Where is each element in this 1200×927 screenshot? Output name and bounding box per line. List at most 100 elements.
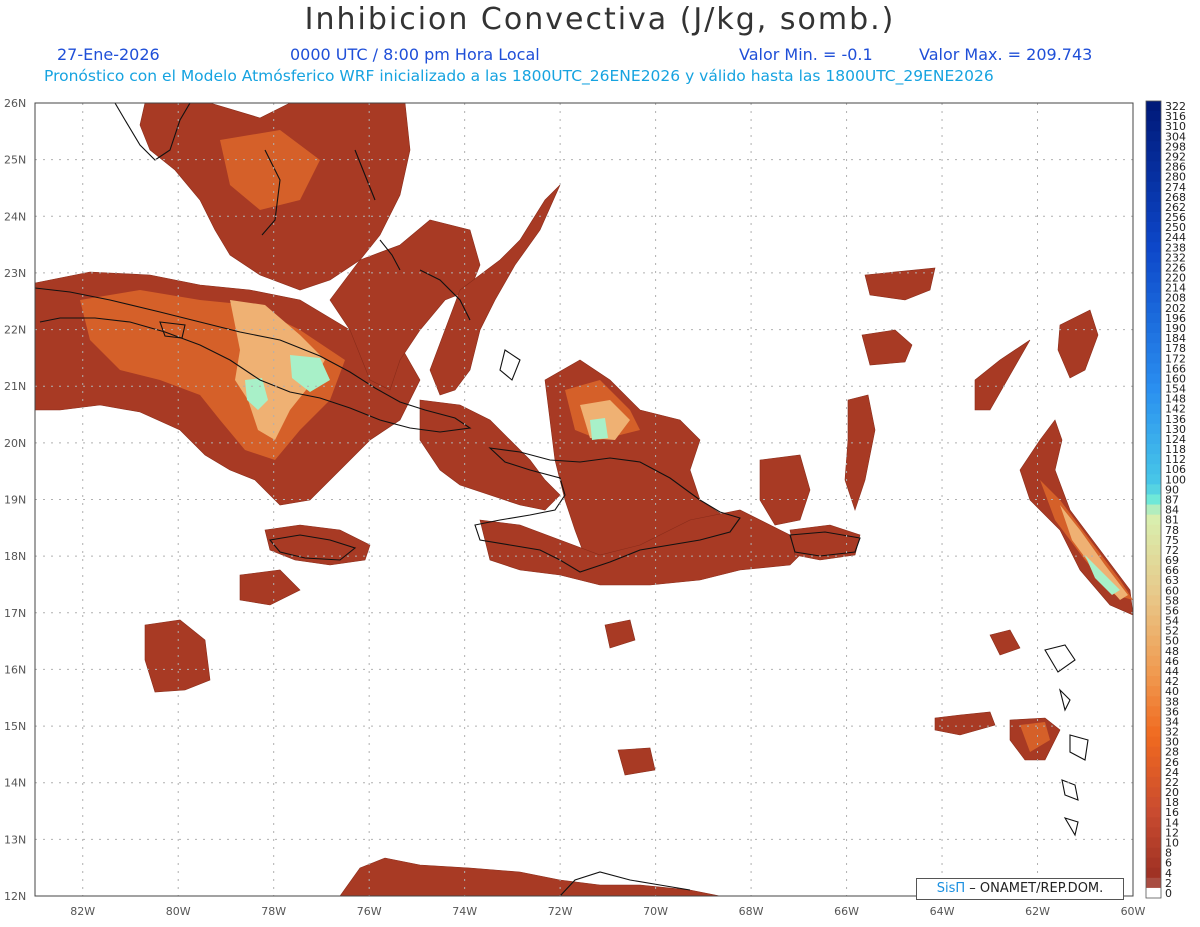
colorbar-swatch	[1146, 635, 1161, 647]
lat-tick-label: 16N	[4, 663, 26, 676]
colorbar-swatch	[1146, 252, 1161, 263]
colorbar-swatch	[1146, 847, 1161, 859]
coast-turks-caicos	[499, 349, 521, 381]
colorbar-swatch	[1146, 232, 1161, 243]
colorbar-swatch	[1146, 676, 1161, 687]
lon-tick-label: 64W	[930, 905, 955, 918]
colorbar-swatch	[1146, 343, 1161, 354]
colorbar-swatch	[1146, 433, 1161, 445]
colorbar-swatch	[1146, 776, 1161, 788]
colorbar-swatch	[1146, 696, 1161, 707]
lat-tick-label: 15N	[4, 720, 26, 733]
colorbar-swatch	[1146, 413, 1161, 425]
colorbar-swatch	[1146, 121, 1161, 132]
colorbar-swatch	[1146, 423, 1161, 435]
cin-region-lesser-antilles-1	[934, 711, 996, 736]
coast-lesser-antilles-3	[1058, 688, 1071, 712]
lon-tick-label: 66W	[834, 905, 859, 918]
cin-region-east-patch-5	[844, 394, 876, 511]
map-canvas: 82W 80W 78W 76W 74W 72W 70W 68W 66W 64W 62W 60W 26N 2…	[4, 97, 1186, 918]
cin-region-puerto-rico	[789, 524, 861, 561]
colorbar-swatch	[1146, 554, 1161, 566]
colorbar-swatch	[1146, 837, 1161, 848]
lat-tick-label: 12N	[4, 890, 26, 903]
colorbar-swatch	[1146, 383, 1161, 394]
cin-region-east-patch-1	[861, 329, 913, 366]
colorbar-swatch	[1146, 272, 1161, 283]
colorbar-swatch	[1146, 242, 1161, 253]
cin-region-central-atlantic	[759, 454, 811, 526]
colorbar-swatch	[1146, 444, 1161, 455]
colorbar-swatch	[1146, 756, 1161, 768]
colorbar-swatch	[1146, 766, 1161, 778]
lat-tick-label: 14N	[4, 777, 26, 790]
colorbar-swatch	[1146, 373, 1161, 384]
colorbar-swatch	[1146, 665, 1161, 677]
cin-peak-dominican	[590, 418, 608, 440]
colorbar-swatch	[1146, 171, 1161, 183]
colorbar-swatch	[1146, 565, 1161, 576]
colorbar-swatch	[1146, 504, 1161, 516]
cin-region-caribbean-mid	[604, 619, 636, 649]
lon-tick-label: 62W	[1025, 905, 1050, 918]
colorbar-swatch	[1146, 312, 1161, 324]
credit-text: – ONAMET/REP.DOM.	[965, 881, 1104, 896]
cin-region-east-patch-4	[1057, 309, 1099, 379]
colorbar-swatch	[1146, 605, 1161, 616]
colorbar-swatch	[1146, 101, 1161, 112]
colorbar-swatch	[1146, 211, 1161, 223]
cin-shading-layer	[35, 103, 1133, 896]
colorbar-swatch	[1146, 524, 1161, 536]
colorbar-swatch	[1146, 262, 1161, 273]
lon-tick-label: 68W	[739, 905, 764, 918]
colorbar-swatch	[1146, 625, 1161, 637]
lon-tick-label: 80W	[166, 905, 191, 918]
lat-tick-label: 24N	[4, 210, 26, 223]
colorbar-swatch	[1146, 191, 1161, 203]
colorbar-swatch	[1146, 726, 1161, 737]
colorbar-label: 0	[1165, 887, 1172, 900]
colorbar-swatch	[1146, 494, 1161, 505]
colorbar-swatch	[1146, 797, 1161, 808]
lon-tick-label: 74W	[452, 905, 477, 918]
colorbar-swatch	[1146, 333, 1161, 344]
colorbar-swatch	[1146, 393, 1161, 405]
colorbar-swatch	[1146, 544, 1161, 556]
cin-region-caribbean-sw-2	[239, 569, 301, 606]
lat-tick-label: 23N	[4, 267, 26, 280]
colorbar-swatch	[1146, 585, 1161, 596]
colorbar-swatch	[1146, 817, 1161, 828]
colorbar-swatch	[1146, 181, 1161, 193]
cin-region-caribbean-sw-1	[144, 619, 211, 693]
coastlines-layer	[35, 103, 1089, 896]
lon-tick-label: 76W	[357, 905, 382, 918]
colorbar-swatch	[1146, 746, 1161, 758]
lon-tick-label: 70W	[643, 905, 668, 918]
colorbar-swatch	[1146, 161, 1161, 173]
colorbar-swatch	[1146, 403, 1161, 415]
colorbar-swatch	[1146, 222, 1161, 233]
colorbar-swatch	[1146, 111, 1161, 122]
colorbar-swatch	[1146, 292, 1161, 304]
colorbar-swatch	[1146, 282, 1161, 294]
lon-tick-label: 60W	[1121, 905, 1146, 918]
colorbar-swatch	[1146, 464, 1161, 475]
colorbar-swatch	[1146, 787, 1161, 798]
lon-tick-label: 78W	[261, 905, 286, 918]
cin-region-south-1	[617, 747, 656, 776]
colorbar-swatch	[1146, 151, 1161, 162]
colorbar-swatch	[1146, 645, 1161, 657]
colorbar-swatch	[1146, 655, 1161, 667]
lat-tick-label: 22N	[4, 324, 26, 337]
lat-tick-label: 21N	[4, 380, 26, 393]
colorbar-swatch	[1146, 877, 1161, 889]
lon-tick-label: 72W	[548, 905, 573, 918]
lat-tick-label: 19N	[4, 494, 26, 507]
lat-tick-label: 18N	[4, 550, 26, 563]
colorbar-swatch	[1146, 322, 1161, 334]
lat-tick-label: 13N	[4, 833, 26, 846]
colorbar-swatch	[1146, 615, 1161, 627]
lat-tick-label: 26N	[4, 97, 26, 110]
colorbar-swatch	[1146, 716, 1161, 727]
credit-badge: SisΠ – ONAMET/REP.DOM.	[916, 878, 1124, 900]
